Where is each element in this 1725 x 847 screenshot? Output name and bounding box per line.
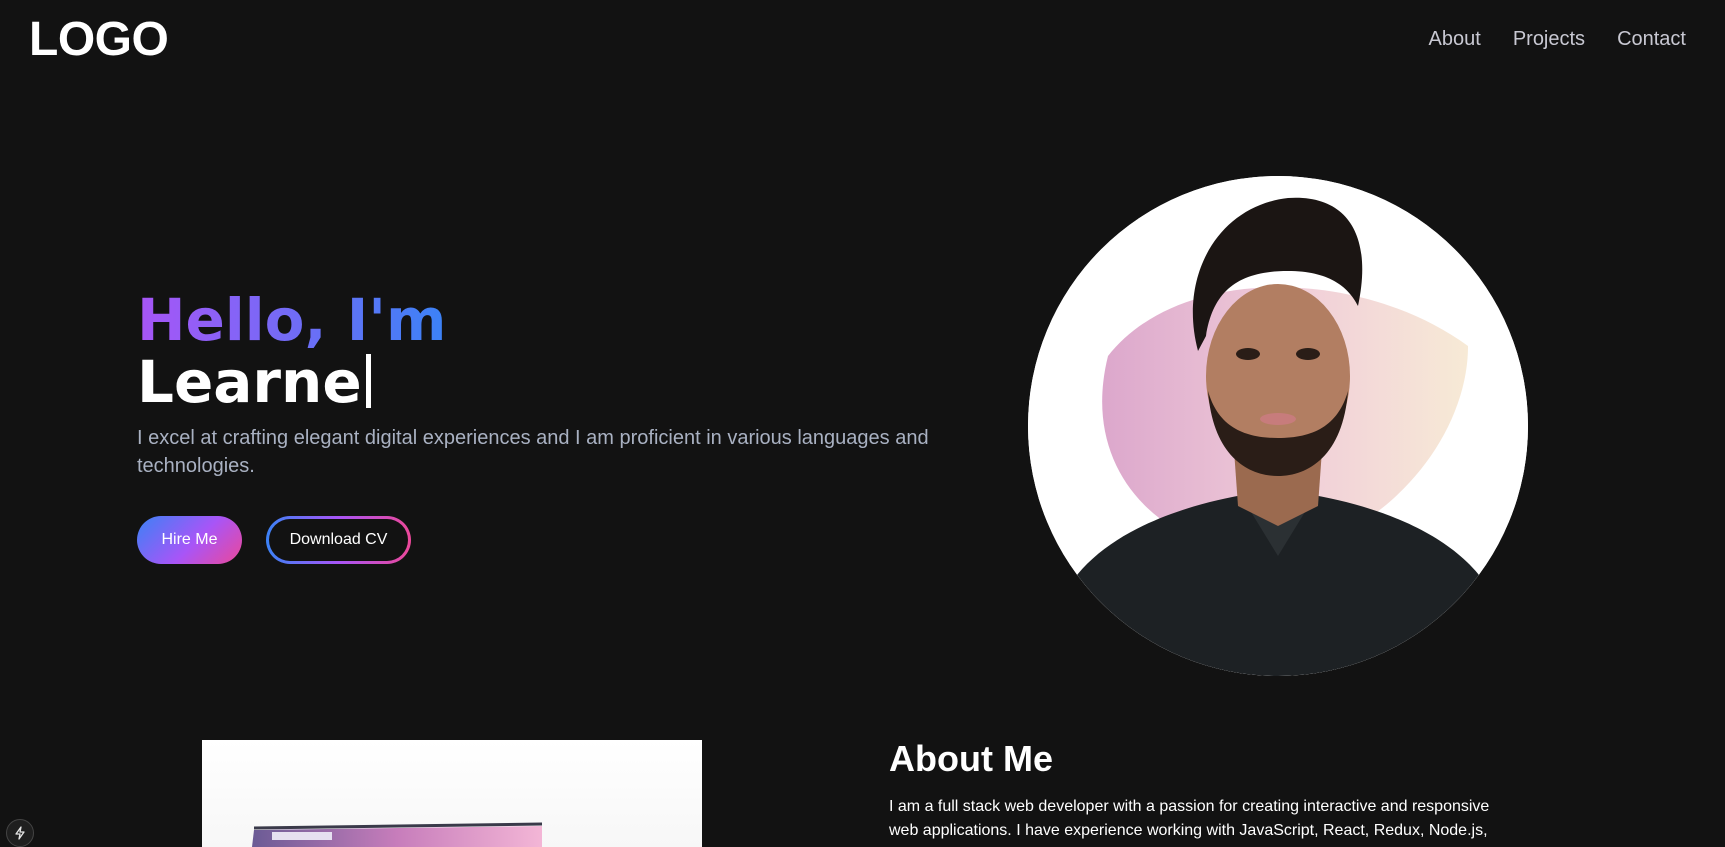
hire-me-button[interactable]: Hire Me	[137, 516, 242, 564]
profile-avatar	[1028, 176, 1528, 676]
download-cv-button[interactable]: Download CV	[266, 516, 411, 564]
profile-photo	[1028, 176, 1528, 676]
logo[interactable]: LOGO	[29, 14, 169, 66]
lightning-bolt-icon	[15, 826, 25, 840]
download-cv-label: Download CV	[269, 519, 408, 561]
typing-cursor	[365, 354, 371, 408]
hero-typed-name: Learne	[137, 350, 371, 414]
floating-action-button[interactable]	[6, 819, 34, 847]
nav-link-contact[interactable]: Contact	[1617, 27, 1686, 51]
hero-greeting: Hello, I'm	[137, 286, 447, 354]
main-nav: About Projects Contact	[1429, 27, 1686, 51]
page: LOGO About Projects Contact Hello, I'm L…	[0, 0, 1725, 847]
laptop-illustration	[252, 822, 543, 847]
nav-link-about[interactable]: About	[1429, 27, 1481, 51]
typed-text: Learne	[137, 348, 362, 416]
about-title: About Me	[889, 738, 1053, 779]
nav-link-projects[interactable]: Projects	[1513, 27, 1585, 51]
about-image	[202, 740, 702, 847]
hero-intro: I excel at crafting elegant digital expe…	[137, 427, 929, 477]
about-text: I am a full stack web developer with a p…	[889, 798, 1490, 839]
